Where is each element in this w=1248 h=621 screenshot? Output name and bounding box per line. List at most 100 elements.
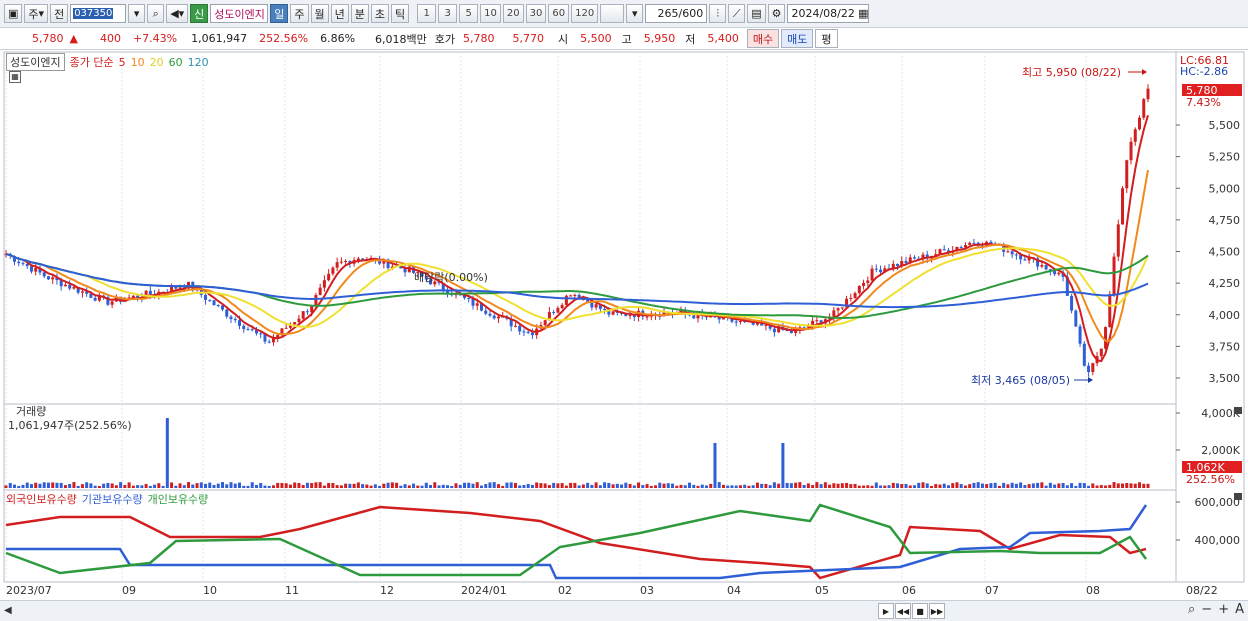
volume-bar [989, 483, 993, 488]
buy-button[interactable]: 매수 [746, 29, 780, 48]
date-input[interactable]: 2024/08/22 ▦ [787, 4, 870, 23]
candle-type-icon[interactable]: ⫶ [709, 4, 727, 23]
volume-bar [505, 482, 509, 488]
volume-bar [1014, 483, 1018, 488]
volume-bar [250, 482, 254, 488]
volume-bar [140, 485, 144, 488]
period-year-button[interactable]: 년 [330, 4, 349, 23]
evaluate-button-label: 평 [821, 32, 832, 46]
bottom-bar: ◀ ▶ ◀◀ ■ ▶▶ ⌕ − + A [0, 600, 1248, 621]
period-month-button[interactable]: 월 [310, 4, 329, 23]
draw-tool-icon[interactable]: ⟋ [728, 4, 746, 23]
candle-body [972, 242, 976, 244]
volume-bar [743, 484, 747, 488]
price-change-pct: +7.43% [132, 32, 178, 45]
volume-bar [416, 485, 420, 488]
code-dropdown-icon[interactable]: ▾ [128, 4, 146, 23]
scroll-left-icon[interactable]: ◀ [4, 605, 12, 616]
zoom-in-icon[interactable]: + [1218, 602, 1229, 617]
search-icon[interactable]: ⌕ [1188, 602, 1195, 617]
period-day-button[interactable]: 일 [270, 4, 289, 23]
chart-area[interactable]: 5,500 5,250 5,000 4,750 4,500 4,250 4,000 3,750… [0, 51, 1248, 621]
period-week-button[interactable]: 주 [290, 4, 309, 23]
volume-bar [110, 483, 114, 488]
interval-120-button[interactable]: 120 [571, 4, 599, 23]
volume-panel-close-icon[interactable] [1234, 407, 1242, 414]
candle-body [522, 331, 526, 333]
nav-rewind-icon[interactable]: ◀◀ [895, 603, 911, 619]
period-day-label: 일 [274, 7, 285, 21]
interval-20-button[interactable]: 20 [502, 4, 524, 23]
volume-bar [1142, 483, 1146, 488]
volume-bar [407, 485, 411, 488]
volume-bar [1146, 483, 1150, 488]
legend-ma-5: 5 [118, 55, 126, 69]
candle-body [237, 320, 241, 326]
interval-custom-input[interactable] [600, 4, 625, 23]
legend-ma-60: 60 [168, 55, 183, 69]
interval-5-button[interactable]: 5 [459, 4, 479, 23]
sell-button[interactable]: 매도 [781, 29, 814, 48]
x-tick-label: 07 [985, 584, 999, 597]
holding-panel-close-icon[interactable] [1234, 493, 1242, 500]
y-tick-label: 5,250 [1209, 151, 1241, 164]
volume-bar [305, 482, 309, 488]
interval-3-button[interactable]: 3 [438, 4, 458, 23]
candle-body [840, 307, 844, 309]
table-icon[interactable]: ▦ [9, 71, 21, 83]
evaluate-button[interactable]: 평 [815, 29, 838, 48]
volume-bar [390, 482, 394, 488]
settings-gear-icon[interactable]: ⚙ [767, 4, 786, 23]
candle-body [1091, 363, 1095, 373]
period-tick-button[interactable]: 틱 [391, 4, 410, 23]
volume-bar [1125, 483, 1129, 488]
y-tick-label: 5,000 [1209, 182, 1241, 195]
zoom-out-icon[interactable]: − [1201, 602, 1212, 617]
bar-count-input[interactable]: 265/600 [645, 4, 708, 23]
volume-bar [424, 482, 428, 488]
search-icon[interactable]: ⌕ [147, 4, 165, 23]
stock-code-input[interactable]: 037350 [70, 4, 127, 23]
period-minute-button[interactable]: 분 [350, 4, 369, 23]
candle-body [573, 294, 577, 296]
volume-bar [573, 482, 577, 488]
legend-ma-10: 10 [130, 55, 145, 69]
nav-forward-icon[interactable]: ▶▶ [929, 603, 945, 619]
font-size-icon[interactable]: A [1235, 602, 1244, 617]
volume-bar [709, 483, 713, 488]
high-price: 5,950 [643, 32, 676, 45]
volume-bar [1129, 483, 1133, 488]
candle-body [297, 318, 301, 323]
x-tick-label: 09 [122, 584, 136, 597]
volume-bar [1010, 482, 1014, 488]
interval-10-button[interactable]: 10 [480, 4, 501, 23]
volume-bar [1095, 485, 1099, 488]
interval-1-button[interactable]: 1 [417, 4, 437, 23]
interval-30-button[interactable]: 30 [525, 4, 547, 23]
window-icon[interactable]: ▣ [4, 4, 23, 23]
volume-bar [671, 483, 675, 488]
period-select[interactable]: 주 ▾ [24, 4, 49, 23]
candle-body [301, 311, 305, 319]
speaker-icon[interactable]: ◀▾ [166, 4, 189, 23]
volume-bar [840, 483, 844, 488]
nav-next-icon[interactable]: ▶ [878, 603, 894, 619]
candle-body [866, 280, 870, 283]
calendar-icon[interactable]: ▦ [858, 7, 868, 20]
volume-bar [93, 485, 97, 488]
volume-bar [751, 485, 755, 488]
chart-canvas[interactable]: 5,500 5,250 5,000 4,750 4,500 4,250 4,000 3,750… [0, 51, 1248, 600]
volume-bar [552, 482, 556, 488]
interval-dropdown-icon[interactable]: ▾ [626, 4, 644, 23]
nav-stop-icon[interactable]: ■ [912, 603, 928, 619]
period-second-button[interactable]: 초 [370, 4, 390, 23]
save-icon[interactable]: ▤ [747, 4, 766, 23]
stock-name: 성도이엔지 [210, 4, 269, 23]
candle-body [896, 263, 900, 267]
holding-tick-label: 400,000 [1195, 534, 1241, 547]
volume-bar [102, 483, 106, 488]
volume-bar [1065, 485, 1069, 488]
interval-60-button[interactable]: 60 [548, 4, 570, 23]
candle-body [1104, 327, 1108, 349]
prev-button[interactable]: 전 [50, 4, 69, 23]
